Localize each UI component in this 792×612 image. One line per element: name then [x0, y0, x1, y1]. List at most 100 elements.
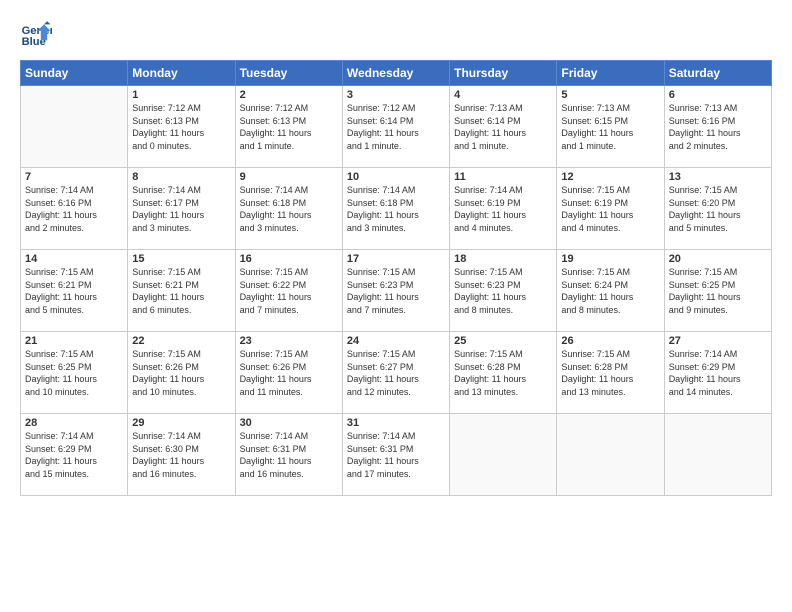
day-info: Sunrise: 7:14 AMSunset: 6:18 PMDaylight:… — [240, 184, 338, 234]
col-header-sunday: Sunday — [21, 61, 128, 86]
week-row-3: 14Sunrise: 7:15 AMSunset: 6:21 PMDayligh… — [21, 250, 772, 332]
day-info: Sunrise: 7:12 AMSunset: 6:14 PMDaylight:… — [347, 102, 445, 152]
svg-text:General: General — [22, 25, 52, 37]
day-number: 23 — [240, 335, 338, 347]
week-row-1: 1Sunrise: 7:12 AMSunset: 6:13 PMDaylight… — [21, 86, 772, 168]
day-cell: 8Sunrise: 7:14 AMSunset: 6:17 PMDaylight… — [128, 168, 235, 250]
day-number: 28 — [25, 417, 123, 429]
day-info: Sunrise: 7:15 AMSunset: 6:24 PMDaylight:… — [561, 266, 659, 316]
day-number: 3 — [347, 89, 445, 101]
day-info: Sunrise: 7:15 AMSunset: 6:25 PMDaylight:… — [669, 266, 767, 316]
col-header-wednesday: Wednesday — [342, 61, 449, 86]
day-cell: 24Sunrise: 7:15 AMSunset: 6:27 PMDayligh… — [342, 332, 449, 414]
day-number: 5 — [561, 89, 659, 101]
day-info: Sunrise: 7:13 AMSunset: 6:14 PMDaylight:… — [454, 102, 552, 152]
day-info: Sunrise: 7:13 AMSunset: 6:16 PMDaylight:… — [669, 102, 767, 152]
day-number: 21 — [25, 335, 123, 347]
col-header-monday: Monday — [128, 61, 235, 86]
day-info: Sunrise: 7:15 AMSunset: 6:28 PMDaylight:… — [454, 348, 552, 398]
day-info: Sunrise: 7:15 AMSunset: 6:20 PMDaylight:… — [669, 184, 767, 234]
day-number: 14 — [25, 253, 123, 265]
day-number: 2 — [240, 89, 338, 101]
day-number: 17 — [347, 253, 445, 265]
day-number: 16 — [240, 253, 338, 265]
day-info: Sunrise: 7:15 AMSunset: 6:23 PMDaylight:… — [454, 266, 552, 316]
day-cell: 30Sunrise: 7:14 AMSunset: 6:31 PMDayligh… — [235, 414, 342, 496]
col-header-saturday: Saturday — [664, 61, 771, 86]
day-cell: 17Sunrise: 7:15 AMSunset: 6:23 PMDayligh… — [342, 250, 449, 332]
day-number: 10 — [347, 171, 445, 183]
day-number: 22 — [132, 335, 230, 347]
day-number: 7 — [25, 171, 123, 183]
day-info: Sunrise: 7:14 AMSunset: 6:17 PMDaylight:… — [132, 184, 230, 234]
day-cell: 14Sunrise: 7:15 AMSunset: 6:21 PMDayligh… — [21, 250, 128, 332]
day-number: 13 — [669, 171, 767, 183]
day-cell — [557, 414, 664, 496]
day-cell: 26Sunrise: 7:15 AMSunset: 6:28 PMDayligh… — [557, 332, 664, 414]
day-cell: 27Sunrise: 7:14 AMSunset: 6:29 PMDayligh… — [664, 332, 771, 414]
day-info: Sunrise: 7:15 AMSunset: 6:26 PMDaylight:… — [240, 348, 338, 398]
day-info: Sunrise: 7:14 AMSunset: 6:16 PMDaylight:… — [25, 184, 123, 234]
day-cell: 4Sunrise: 7:13 AMSunset: 6:14 PMDaylight… — [450, 86, 557, 168]
day-number: 31 — [347, 417, 445, 429]
day-info: Sunrise: 7:12 AMSunset: 6:13 PMDaylight:… — [132, 102, 230, 152]
day-info: Sunrise: 7:14 AMSunset: 6:29 PMDaylight:… — [669, 348, 767, 398]
week-row-4: 21Sunrise: 7:15 AMSunset: 6:25 PMDayligh… — [21, 332, 772, 414]
day-info: Sunrise: 7:15 AMSunset: 6:21 PMDaylight:… — [25, 266, 123, 316]
day-info: Sunrise: 7:14 AMSunset: 6:30 PMDaylight:… — [132, 430, 230, 480]
logo-icon: General Blue — [20, 18, 52, 50]
day-cell: 22Sunrise: 7:15 AMSunset: 6:26 PMDayligh… — [128, 332, 235, 414]
day-cell: 6Sunrise: 7:13 AMSunset: 6:16 PMDaylight… — [664, 86, 771, 168]
header-row: SundayMondayTuesdayWednesdayThursdayFrid… — [21, 61, 772, 86]
week-row-2: 7Sunrise: 7:14 AMSunset: 6:16 PMDaylight… — [21, 168, 772, 250]
day-info: Sunrise: 7:15 AMSunset: 6:28 PMDaylight:… — [561, 348, 659, 398]
day-info: Sunrise: 7:15 AMSunset: 6:21 PMDaylight:… — [132, 266, 230, 316]
logo: General Blue — [20, 18, 56, 50]
header: General Blue — [20, 18, 772, 50]
day-number: 4 — [454, 89, 552, 101]
day-cell: 5Sunrise: 7:13 AMSunset: 6:15 PMDaylight… — [557, 86, 664, 168]
day-info: Sunrise: 7:13 AMSunset: 6:15 PMDaylight:… — [561, 102, 659, 152]
day-number: 26 — [561, 335, 659, 347]
calendar-table: SundayMondayTuesdayWednesdayThursdayFrid… — [20, 60, 772, 496]
day-number: 30 — [240, 417, 338, 429]
day-cell: 9Sunrise: 7:14 AMSunset: 6:18 PMDaylight… — [235, 168, 342, 250]
day-cell: 1Sunrise: 7:12 AMSunset: 6:13 PMDaylight… — [128, 86, 235, 168]
day-cell: 3Sunrise: 7:12 AMSunset: 6:14 PMDaylight… — [342, 86, 449, 168]
day-info: Sunrise: 7:15 AMSunset: 6:27 PMDaylight:… — [347, 348, 445, 398]
day-info: Sunrise: 7:14 AMSunset: 6:29 PMDaylight:… — [25, 430, 123, 480]
day-number: 11 — [454, 171, 552, 183]
day-cell: 23Sunrise: 7:15 AMSunset: 6:26 PMDayligh… — [235, 332, 342, 414]
day-cell — [450, 414, 557, 496]
page: General Blue SundayMondayTuesdayWednesda… — [0, 0, 792, 506]
day-info: Sunrise: 7:14 AMSunset: 6:18 PMDaylight:… — [347, 184, 445, 234]
day-cell: 18Sunrise: 7:15 AMSunset: 6:23 PMDayligh… — [450, 250, 557, 332]
day-info: Sunrise: 7:12 AMSunset: 6:13 PMDaylight:… — [240, 102, 338, 152]
day-cell: 15Sunrise: 7:15 AMSunset: 6:21 PMDayligh… — [128, 250, 235, 332]
day-cell: 28Sunrise: 7:14 AMSunset: 6:29 PMDayligh… — [21, 414, 128, 496]
day-number: 29 — [132, 417, 230, 429]
day-number: 27 — [669, 335, 767, 347]
day-cell: 21Sunrise: 7:15 AMSunset: 6:25 PMDayligh… — [21, 332, 128, 414]
day-info: Sunrise: 7:14 AMSunset: 6:31 PMDaylight:… — [347, 430, 445, 480]
day-cell: 31Sunrise: 7:14 AMSunset: 6:31 PMDayligh… — [342, 414, 449, 496]
day-cell — [664, 414, 771, 496]
day-number: 6 — [669, 89, 767, 101]
day-number: 20 — [669, 253, 767, 265]
col-header-friday: Friday — [557, 61, 664, 86]
day-cell: 29Sunrise: 7:14 AMSunset: 6:30 PMDayligh… — [128, 414, 235, 496]
day-number: 18 — [454, 253, 552, 265]
day-cell: 11Sunrise: 7:14 AMSunset: 6:19 PMDayligh… — [450, 168, 557, 250]
day-number: 8 — [132, 171, 230, 183]
day-info: Sunrise: 7:15 AMSunset: 6:22 PMDaylight:… — [240, 266, 338, 316]
day-info: Sunrise: 7:14 AMSunset: 6:19 PMDaylight:… — [454, 184, 552, 234]
day-cell: 16Sunrise: 7:15 AMSunset: 6:22 PMDayligh… — [235, 250, 342, 332]
day-number: 19 — [561, 253, 659, 265]
day-info: Sunrise: 7:14 AMSunset: 6:31 PMDaylight:… — [240, 430, 338, 480]
day-cell: 10Sunrise: 7:14 AMSunset: 6:18 PMDayligh… — [342, 168, 449, 250]
day-cell — [21, 86, 128, 168]
day-cell: 25Sunrise: 7:15 AMSunset: 6:28 PMDayligh… — [450, 332, 557, 414]
day-info: Sunrise: 7:15 AMSunset: 6:25 PMDaylight:… — [25, 348, 123, 398]
day-number: 24 — [347, 335, 445, 347]
day-info: Sunrise: 7:15 AMSunset: 6:26 PMDaylight:… — [132, 348, 230, 398]
